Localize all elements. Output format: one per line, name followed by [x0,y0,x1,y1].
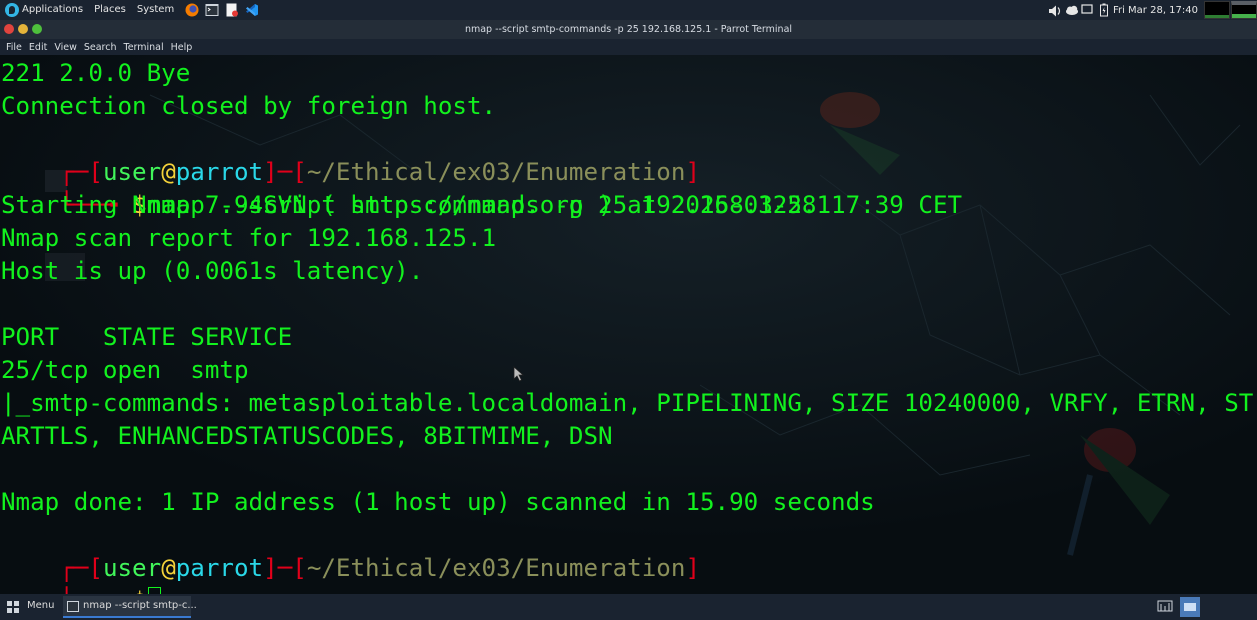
menu-button[interactable]: Menu [27,600,54,611]
taskbar-item-terminal[interactable]: nmap --script smtp-c... [63,596,197,618]
output-line-closed: Connection closed by foreign host. [1,92,497,120]
weather-icon[interactable] [1064,3,1078,17]
prompt-header-1: ┌─[user@parrot]─[~/Ethical/ex03/Enumerat… [59,158,700,186]
mouse-pointer-icon [513,366,525,382]
prompt-dollar: $ [132,587,147,594]
output-line: ARTTLS, ENHANCEDSTATUSCODES, 8BITMIME, D… [1,422,613,450]
prompt-path: ~/Ethical/ex03/Enumeration [306,554,686,582]
window-title: nmap --script smtp-commands -p 25 192.16… [464,24,793,35]
firefox-icon[interactable] [185,3,199,17]
battery-icon[interactable] [1099,3,1109,17]
output-line: PORT STATE SERVICE [1,323,293,351]
prompt-host: parrot [175,554,264,582]
system-menu[interactable]: System [137,0,174,20]
prompt-input-2[interactable]: └──╼ $ [1,552,161,594]
terminal-task-icon [67,601,79,615]
applications-menu[interactable]: Applications [22,0,83,20]
show-desktop-icon[interactable] [1157,598,1175,617]
close-window-button[interactable] [4,24,14,34]
terminal-area[interactable]: 221 2.0.0 Bye Connection closed by forei… [0,55,1257,594]
workspace-icon[interactable] [1180,597,1200,617]
menu-file[interactable]: File [6,42,22,53]
output-line: |_smtp-commands: metasploitable.localdom… [1,389,1254,417]
menu-help[interactable]: Help [171,42,193,53]
output-line: 25/tcp open smtp [1,356,249,384]
top-panel: Applications Places System Fri Mar 28, 1… [0,0,1257,20]
places-menu[interactable]: Places [94,0,126,20]
minimize-window-button[interactable] [18,24,28,34]
menu-terminal[interactable]: Terminal [124,42,164,53]
output-line-bye: 221 2.0.0 Bye [1,59,191,87]
notification-icon[interactable] [1081,3,1095,17]
output-line: Nmap done: 1 IP address (1 host up) scan… [1,488,875,516]
prompt-at: @ [161,554,176,582]
text-editor-icon[interactable] [225,3,239,17]
menu-edit[interactable]: Edit [29,42,47,53]
prompt-command-1: └──╼ $nmap --script smtp-commands -p 25 … [59,191,832,219]
menu-search[interactable]: Search [84,42,117,53]
taskbar-item-label: nmap --script smtp-c... [83,600,197,611]
vscode-icon[interactable] [245,3,259,17]
terminal-launcher-icon[interactable] [205,3,219,17]
window-titlebar[interactable]: nmap --script smtp-commands -p 25 192.16… [0,20,1257,39]
prompt-header-2: ┌─[user@parrot]─[~/Ethical/ex03/Enumerat… [59,554,700,582]
text-cursor [147,587,161,594]
volume-icon[interactable] [1047,3,1061,17]
clock[interactable]: Fri Mar 28, 17:40 [1113,5,1198,16]
maximize-window-button[interactable] [32,24,42,34]
bottom-panel: Menu nmap --script smtp-c... [0,594,1257,620]
cpu-monitor [1204,1,1230,19]
terminal-menubar: File Edit View Search Terminal Help [0,39,1257,55]
output-line: Host is up (0.0061s latency). [1,257,424,285]
memory-monitor [1231,1,1257,19]
menu-grid-icon[interactable] [7,601,19,616]
menu-view[interactable]: View [54,42,77,53]
output-line: Starting Nmap 7.94SVN ( https://nmap.org… [1,191,963,219]
parrot-logo-icon[interactable] [5,3,19,17]
output-line: Nmap scan report for 192.168.125.1 [1,224,497,252]
